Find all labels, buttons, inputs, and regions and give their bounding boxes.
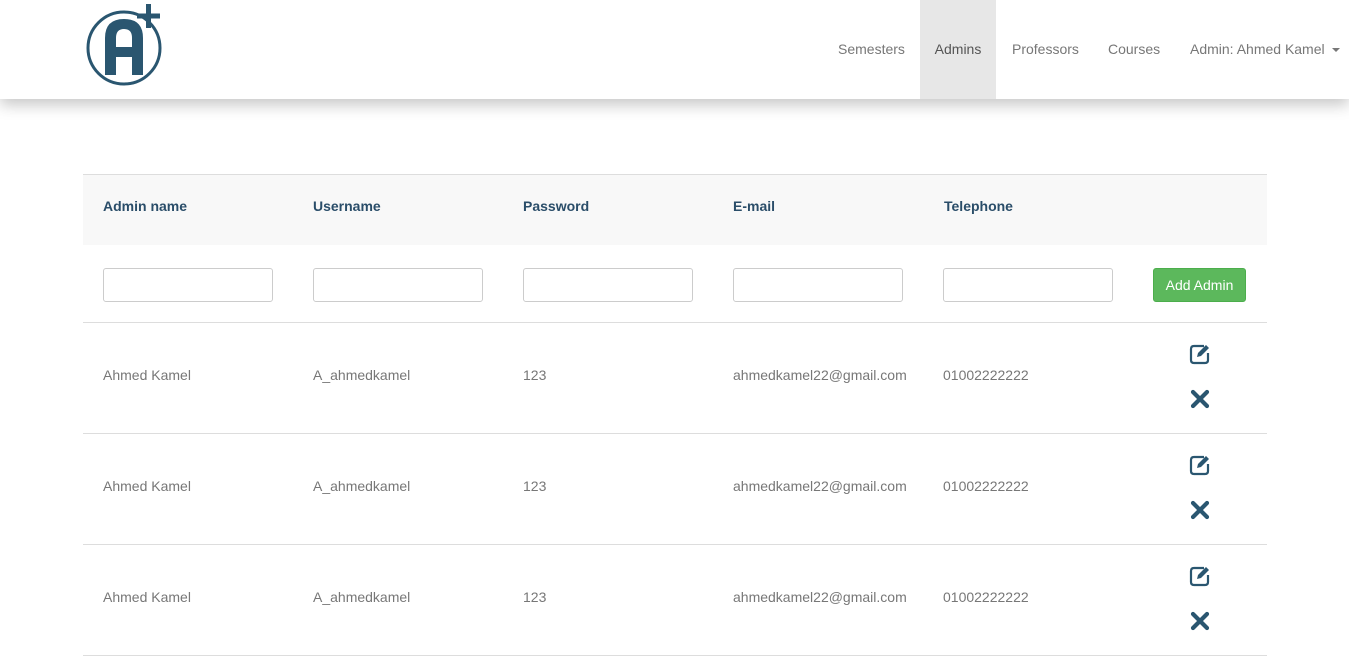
- email-input[interactable]: [733, 268, 903, 302]
- edit-icon[interactable]: [1189, 565, 1211, 587]
- delete-icon[interactable]: [1189, 499, 1211, 521]
- top-navbar: Semesters Admins Professors Courses Admi…: [0, 0, 1349, 99]
- nav-admins[interactable]: Admins: [920, 0, 996, 99]
- header-email: E-mail: [733, 198, 776, 214]
- edit-icon[interactable]: [1189, 343, 1211, 365]
- cell-email: ahmedkamel22@gmail.com: [733, 589, 907, 605]
- admin-name-input[interactable]: [103, 268, 273, 302]
- password-input[interactable]: [523, 268, 693, 302]
- user-menu-label: Admin: Ahmed Kamel: [1190, 41, 1325, 57]
- cell-admin-name: Ahmed Kamel: [103, 367, 191, 383]
- cell-telephone: 01002222222: [943, 589, 1029, 605]
- table-row: Ahmed Kamel A_ahmedkamel 123 ahmedkamel2…: [83, 545, 1267, 656]
- cell-password: 123: [523, 589, 547, 605]
- add-admin-form-row: Add Admin: [83, 245, 1267, 323]
- telephone-input[interactable]: [943, 268, 1113, 302]
- add-admin-button[interactable]: Add Admin: [1153, 268, 1246, 302]
- cell-telephone: 01002222222: [943, 367, 1029, 383]
- caret-down-icon: [1331, 48, 1340, 53]
- table-header: Admin name Username Password E-mail Tele…: [83, 174, 1267, 245]
- table-row: Ahmed Kamel A_ahmedkamel 123 ahmedkamel2…: [83, 323, 1267, 434]
- cell-password: 123: [523, 478, 547, 494]
- header-password: Password: [523, 198, 590, 214]
- cell-email: ahmedkamel22@gmail.com: [733, 478, 907, 494]
- nav-semesters[interactable]: Semesters: [838, 0, 905, 99]
- cell-admin-name: Ahmed Kamel: [103, 589, 191, 605]
- cell-username: A_ahmedkamel: [313, 367, 411, 383]
- a-plus-logo-icon[interactable]: [84, 2, 164, 86]
- table-row: Ahmed Kamel A_ahmedkamel 123 ahmedkamel2…: [83, 434, 1267, 545]
- delete-icon[interactable]: [1189, 388, 1211, 410]
- cell-password: 123: [523, 367, 547, 383]
- header-admin-name: Admin name: [103, 198, 188, 214]
- nav-professors[interactable]: Professors: [1012, 0, 1079, 99]
- nav-courses[interactable]: Courses: [1108, 0, 1160, 99]
- cell-admin-name: Ahmed Kamel: [103, 478, 191, 494]
- cell-username: A_ahmedkamel: [313, 478, 411, 494]
- cell-email: ahmedkamel22@gmail.com: [733, 367, 907, 383]
- header-username: Username: [313, 198, 381, 214]
- edit-icon[interactable]: [1189, 454, 1211, 476]
- user-menu-dropdown[interactable]: Admin: Ahmed Kamel: [1190, 0, 1340, 99]
- username-input[interactable]: [313, 268, 483, 302]
- cell-telephone: 01002222222: [943, 478, 1029, 494]
- cell-username: A_ahmedkamel: [313, 589, 411, 605]
- header-telephone: Telephone: [944, 198, 1013, 214]
- delete-icon[interactable]: [1189, 610, 1211, 632]
